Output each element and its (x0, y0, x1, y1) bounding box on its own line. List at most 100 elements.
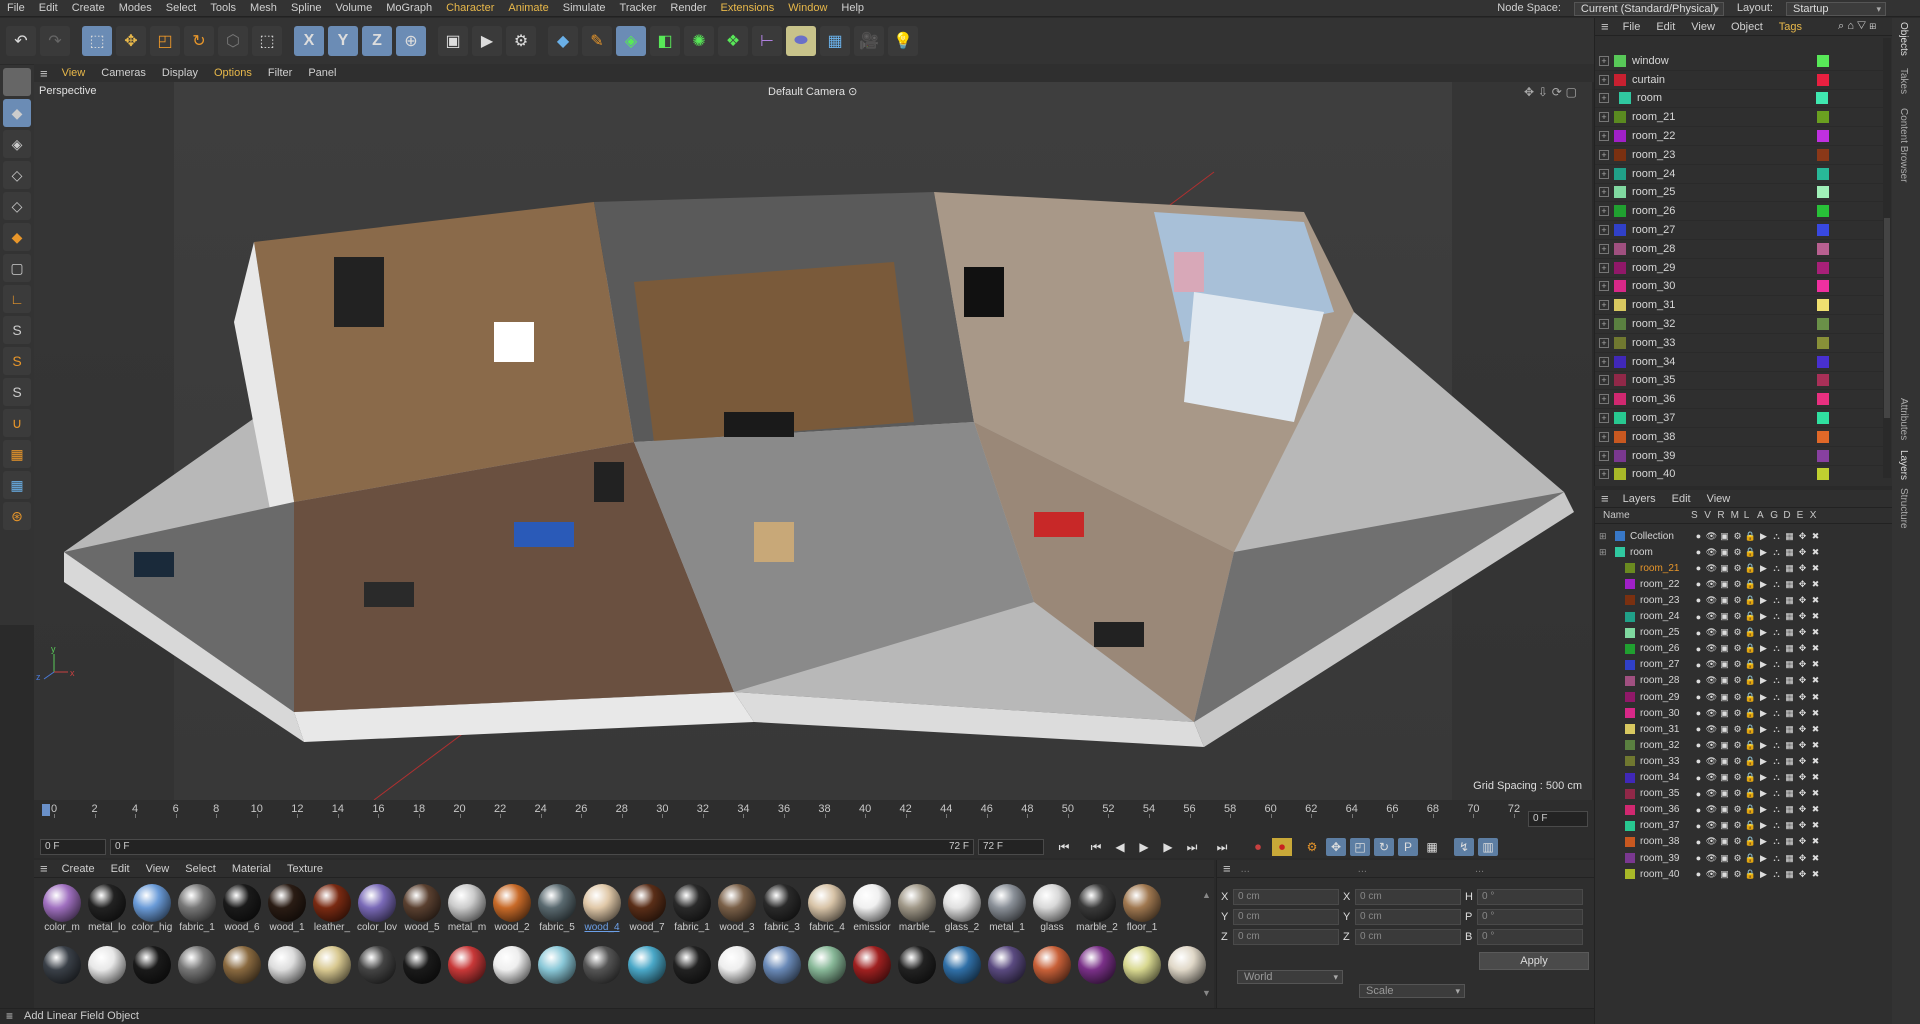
layer-toggle-icon[interactable]: ⚙ (1731, 675, 1744, 686)
coordinate-system-button[interactable]: ⊕ (396, 26, 426, 56)
layer-toggle-icon[interactable]: ⛬ (1770, 563, 1783, 574)
layer-toggle-icon[interactable]: ▶ (1757, 836, 1770, 847)
material-swatch[interactable]: glass (1030, 882, 1074, 940)
layer-row[interactable]: room_34 ● 👁 ▣ ⚙ 🔒 ▶ ⛬ ▦ ✥ ✖ (1595, 770, 1885, 786)
material-swatch[interactable]: color_lov (355, 882, 399, 940)
layer-toggle-icon[interactable]: ▦ (1783, 820, 1796, 831)
rot-p-field[interactable]: 0 ° (1477, 909, 1583, 925)
layer-row[interactable]: room_31 ● 👁 ▣ ⚙ 🔒 ▶ ⛬ ▦ ✥ ✖ (1595, 721, 1885, 737)
lock-workplane-icon[interactable]: ⊛ (3, 502, 31, 530)
frame-range-slider[interactable]: 0 F 72 F (110, 839, 974, 855)
layer-toggle-icon[interactable]: ▣ (1718, 595, 1731, 606)
menu-character[interactable]: Character (439, 0, 501, 17)
layer-col-x[interactable]: X (1810, 510, 1817, 521)
layer-toggle-icon[interactable]: ▶ (1757, 659, 1770, 670)
layer-toggle-icon[interactable]: 👁 (1705, 772, 1718, 783)
layer-toggle-icon[interactable]: ⚙ (1731, 531, 1744, 542)
pos-y-field[interactable]: 0 cm (1233, 909, 1339, 925)
x-axis-button[interactable]: X (294, 26, 324, 56)
hamburger-icon[interactable]: ≡ (1595, 19, 1615, 34)
object-scrollbar[interactable] (1883, 38, 1891, 478)
layer-toggle-icon[interactable]: ✖ (1809, 627, 1822, 638)
object-row[interactable]: + curtain (1595, 71, 1885, 90)
layer-toggle-icon[interactable]: ⛬ (1770, 772, 1783, 783)
layer-toggle-icon[interactable]: ● (1692, 756, 1705, 766)
layer-row[interactable]: room_27 ● 👁 ▣ ⚙ 🔒 ▶ ⛬ ▦ ✥ ✖ (1595, 657, 1885, 673)
material-swatch[interactable] (805, 944, 849, 1002)
layer-toggle-icon[interactable]: 👁 (1705, 804, 1718, 815)
uv-mode-icon[interactable]: ▢ (3, 254, 31, 282)
layer-toggle-icon[interactable]: ▣ (1718, 740, 1731, 751)
material-menu-view[interactable]: View (138, 863, 178, 875)
layer-toggle-icon[interactable]: ▣ (1718, 692, 1731, 703)
layer-toggle-icon[interactable]: 🔒 (1744, 627, 1757, 638)
select-tool-button[interactable]: ⬚ (82, 26, 112, 56)
object-row[interactable]: + room_25 (1595, 184, 1885, 203)
layer-toggle-icon[interactable]: 🔒 (1744, 579, 1757, 590)
viewport-menu-panel[interactable]: Panel (300, 67, 344, 79)
material-swatch[interactable] (400, 944, 444, 1002)
undo-button[interactable]: ↶ (6, 26, 36, 56)
layer-toggle-icon[interactable]: 🔒 (1744, 708, 1757, 719)
record-icon[interactable]: ⏺ (1248, 838, 1268, 856)
layer-toggle-icon[interactable]: ▶ (1757, 547, 1770, 558)
expand-icon[interactable]: + (1599, 93, 1609, 104)
camera-icon[interactable]: 🎥 (854, 26, 884, 56)
object-tag-icon[interactable] (1816, 92, 1828, 105)
layer-toggle-icon[interactable]: ✥ (1796, 563, 1809, 574)
side-tab-layers[interactable]: Layers (1898, 450, 1909, 480)
light-icon[interactable]: 💡 (888, 26, 918, 56)
material-swatch[interactable] (310, 944, 354, 1002)
layer-toggle-icon[interactable]: 👁 (1705, 708, 1718, 719)
object-tag-icon[interactable] (1817, 242, 1829, 255)
workplane-icon[interactable]: ▦ (3, 440, 31, 468)
size-x-field[interactable]: 0 cm (1355, 889, 1461, 905)
layer-color[interactable] (1625, 611, 1635, 622)
layer-toggle-icon[interactable]: ⛬ (1770, 788, 1783, 799)
material-swatch[interactable]: color_m (40, 882, 84, 940)
layer-color[interactable] (1625, 756, 1635, 767)
layer-toggle-icon[interactable]: ⚙ (1731, 772, 1744, 783)
side-tab-structure[interactable]: Structure (1898, 488, 1909, 529)
layer-toggle-icon[interactable]: ⚙ (1731, 740, 1744, 751)
layer-toggle-icon[interactable]: ▦ (1783, 772, 1796, 783)
layer-toggle-icon[interactable]: ▣ (1718, 804, 1731, 815)
menu-file[interactable]: File (0, 0, 32, 17)
layer-toggle-icon[interactable]: ● (1692, 724, 1705, 734)
object-tag-icon[interactable] (1817, 318, 1829, 331)
layer-toggle-icon[interactable]: 👁 (1705, 627, 1718, 638)
layer-toggle-icon[interactable]: ▣ (1718, 820, 1731, 831)
layer-toggle-icon[interactable]: 🔒 (1744, 563, 1757, 574)
layer-toggle-icon[interactable]: 🔒 (1744, 836, 1757, 847)
object-tag-icon[interactable] (1817, 205, 1829, 218)
object-row[interactable]: + room_29 (1595, 259, 1885, 278)
object-row[interactable]: + room_32 (1595, 315, 1885, 334)
material-menu-select[interactable]: Select (177, 863, 224, 875)
layer-color[interactable] (1625, 788, 1635, 799)
object-menu-edit[interactable]: Edit (1648, 21, 1683, 33)
layer-color[interactable] (1625, 675, 1635, 686)
layer-toggle-icon[interactable]: ● (1692, 869, 1705, 879)
layer-toggle-icon[interactable]: ⛬ (1770, 643, 1783, 654)
layer-row[interactable]: ⊞ Collection ● 👁 ▣ ⚙ 🔒 ▶ ⛬ ▦ ✥ ✖ (1595, 528, 1885, 544)
pos-z-field[interactable]: 0 cm (1233, 929, 1339, 945)
pos-x-field[interactable]: 0 cm (1233, 889, 1339, 905)
layer-toggle-icon[interactable]: 👁 (1705, 563, 1718, 574)
hamburger-icon[interactable]: ≡ (1217, 861, 1237, 876)
layer-toggle-icon[interactable]: ⛬ (1770, 531, 1783, 542)
menu-tools[interactable]: Tools (203, 0, 243, 17)
material-swatch[interactable] (715, 944, 759, 1002)
layer-toggle-icon[interactable]: ✖ (1809, 659, 1822, 670)
layer-toggle-icon[interactable]: ✥ (1796, 692, 1809, 703)
layer-row[interactable]: room_25 ● 👁 ▣ ⚙ 🔒 ▶ ⛬ ▦ ✥ ✖ (1595, 625, 1885, 641)
floor-icon[interactable]: ▦ (820, 26, 850, 56)
subdivision-icon[interactable]: ◈ (616, 26, 646, 56)
layer-color[interactable] (1625, 627, 1635, 638)
layer-toggle-icon[interactable]: ▣ (1718, 708, 1731, 719)
key-rotation-icon[interactable]: ↻ (1374, 838, 1394, 856)
layer-toggle-icon[interactable]: ⛬ (1770, 692, 1783, 703)
layer-toggle-icon[interactable]: ✥ (1796, 869, 1809, 880)
object-tag-icon[interactable] (1817, 412, 1829, 425)
layer-toggle-icon[interactable]: ✥ (1796, 820, 1809, 831)
layer-toggle-icon[interactable]: ● (1692, 853, 1705, 863)
